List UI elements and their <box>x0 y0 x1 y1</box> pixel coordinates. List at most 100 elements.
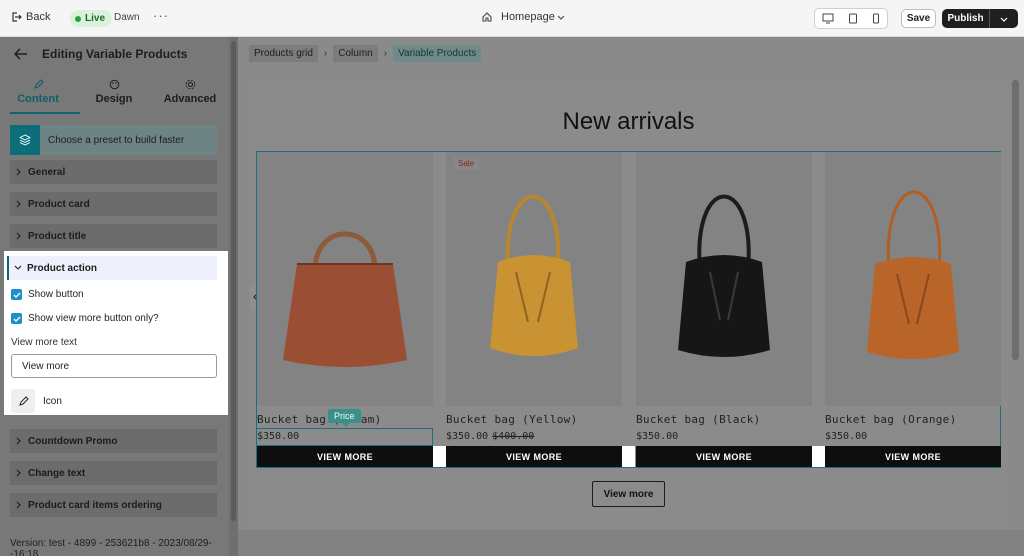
more-options-button[interactable]: ··· <box>153 8 169 23</box>
theme-name: Dawn <box>114 12 140 23</box>
product-card[interactable]: Bucket bag (Cream) $350.00 VIEW MORE <box>257 152 433 467</box>
product-card[interactable]: Bucket bag (Black) $350.00 VIEW MORE <box>636 152 812 467</box>
product-name[interactable]: Bucket bag (Orange) <box>825 413 957 426</box>
product-image[interactable]: Sale <box>446 152 622 406</box>
tab-content-label: Content <box>17 93 59 105</box>
section-title: New arrivals <box>562 108 695 135</box>
panel-header: Editing Variable Products <box>0 37 229 71</box>
section-change-text[interactable]: Change text <box>10 461 217 485</box>
section-label: Product title <box>28 230 87 242</box>
view-more-button[interactable]: VIEW MORE <box>636 446 812 467</box>
icon-picker[interactable]: Icon <box>11 389 62 413</box>
chevron-down-icon <box>9 265 27 271</box>
pencil-icon[interactable] <box>11 389 35 413</box>
chevron-right-icon: › <box>383 48 388 59</box>
layers-icon <box>10 125 40 155</box>
view-more-button[interactable]: VIEW MORE <box>257 446 433 467</box>
exit-icon <box>12 12 22 22</box>
arrow-left-icon <box>14 48 27 60</box>
preset-label: Choose a preset to build faster <box>48 134 185 146</box>
bag-image <box>678 194 770 357</box>
show-button-label: Show button <box>28 289 84 300</box>
view-more-text-label: View more text <box>11 337 77 348</box>
device-switcher <box>814 8 888 29</box>
view-more-only-checkbox[interactable]: Show view more button only? <box>11 313 159 324</box>
home-icon <box>482 12 492 22</box>
tablet-icon[interactable] <box>848 13 858 24</box>
product-price: $350.00 <box>825 431 867 442</box>
show-button-checkbox[interactable]: Show button <box>11 289 84 300</box>
tab-advanced[interactable]: Advanced <box>152 71 228 115</box>
product-name[interactable]: Bucket bag (Yellow) <box>446 413 578 426</box>
product-name[interactable]: Bucket bag (Cream) <box>257 413 382 426</box>
chevron-right-icon <box>10 501 28 509</box>
section-general[interactable]: General <box>10 160 217 184</box>
chevron-down-icon <box>1000 17 1008 22</box>
tab-content[interactable]: Content <box>0 71 76 115</box>
back-button[interactable]: Back <box>10 11 50 23</box>
section-product-title[interactable]: Product title <box>10 224 217 248</box>
tab-design[interactable]: Design <box>76 71 152 115</box>
column-gap <box>622 446 635 467</box>
column-gap <box>433 446 446 467</box>
panel-scrollbar-thumb[interactable] <box>231 41 236 521</box>
section-label: Product action <box>27 262 98 274</box>
section-product-card[interactable]: Product card <box>10 192 217 216</box>
section-label: General <box>28 166 66 178</box>
product-card[interactable]: Sale Bucket bag (Yellow) $350.00 $400.00… <box>446 152 622 467</box>
breadcrumb-column[interactable]: Column <box>333 45 378 62</box>
tab-advanced-label: Advanced <box>163 93 217 105</box>
panel-back-button[interactable] <box>14 48 32 60</box>
live-dot-icon <box>75 15 81 22</box>
chevron-right-icon <box>10 437 28 445</box>
price-element-tooltip[interactable]: Price <box>328 409 361 427</box>
chevron-down-icon <box>557 15 565 20</box>
section-product-action[interactable]: Product action <box>7 256 217 280</box>
tab-design-label: Design <box>95 93 133 105</box>
bag-image <box>867 190 959 359</box>
bag-image <box>283 231 407 367</box>
page-selector[interactable]: Homepage <box>481 11 565 23</box>
canvas-scrollbar[interactable] <box>1012 80 1019 360</box>
section-countdown-promo[interactable]: Countdown Promo <box>10 429 217 453</box>
save-button[interactable]: Save <box>901 9 936 28</box>
view-more-button[interactable]: VIEW MORE <box>446 446 622 467</box>
chevron-right-icon: › <box>323 48 328 59</box>
product-action-panel: Product action Show button Show view mor… <box>4 251 228 415</box>
panel-tabs: Content Design Advanced <box>0 71 229 115</box>
preset-picker-button[interactable]: Choose a preset to build faster <box>10 125 217 155</box>
chevron-right-icon <box>10 200 28 208</box>
product-image[interactable] <box>825 152 1001 406</box>
breadcrumb-variable-products[interactable]: Variable Products <box>393 45 482 62</box>
breadcrumb: Products grid › Column › Variable Produc… <box>249 45 482 62</box>
product-name[interactable]: Bucket bag (Black) <box>636 413 761 426</box>
price-current: $350.00 <box>825 431 868 442</box>
palette-icon <box>109 79 119 90</box>
view-more-text-input[interactable] <box>11 354 217 378</box>
version-text: Version: test - 4899 - 253621b8 - 2023/0… <box>10 538 212 556</box>
product-card[interactable]: Bucket bag (Orange) $350.00 VIEW MORE <box>825 152 1001 467</box>
panel-title: Editing Variable Products <box>42 47 188 61</box>
desktop-icon[interactable] <box>822 13 834 24</box>
view-more-collection-button[interactable]: View more <box>592 481 665 507</box>
view-more-button[interactable]: VIEW MORE <box>825 446 1001 467</box>
top-bar: Back Live Dawn ··· Homepage Save Publish <box>0 0 1024 37</box>
checkmark-icon <box>11 289 22 300</box>
mobile-icon[interactable] <box>872 13 880 24</box>
section-label: Product card items ordering <box>28 499 162 511</box>
chevron-right-icon <box>10 469 28 477</box>
canvas-footer-area <box>238 530 1024 556</box>
active-tab-indicator <box>10 112 80 114</box>
section-label: Change text <box>28 467 86 479</box>
publish-label: Publish <box>947 13 984 24</box>
section-product-card-items-ordering[interactable]: Product card items ordering <box>10 493 217 517</box>
publish-button[interactable]: Publish <box>942 9 1018 28</box>
product-image[interactable] <box>257 152 433 406</box>
publish-dropdown-button[interactable] <box>990 15 1018 23</box>
live-label: Live <box>85 13 106 24</box>
breadcrumb-products-grid[interactable]: Products grid <box>249 45 318 62</box>
gear-icon <box>185 79 195 90</box>
view-more-only-label: Show view more button only? <box>28 313 159 324</box>
price-current: $350.00 <box>636 431 679 442</box>
product-image[interactable] <box>636 152 812 406</box>
